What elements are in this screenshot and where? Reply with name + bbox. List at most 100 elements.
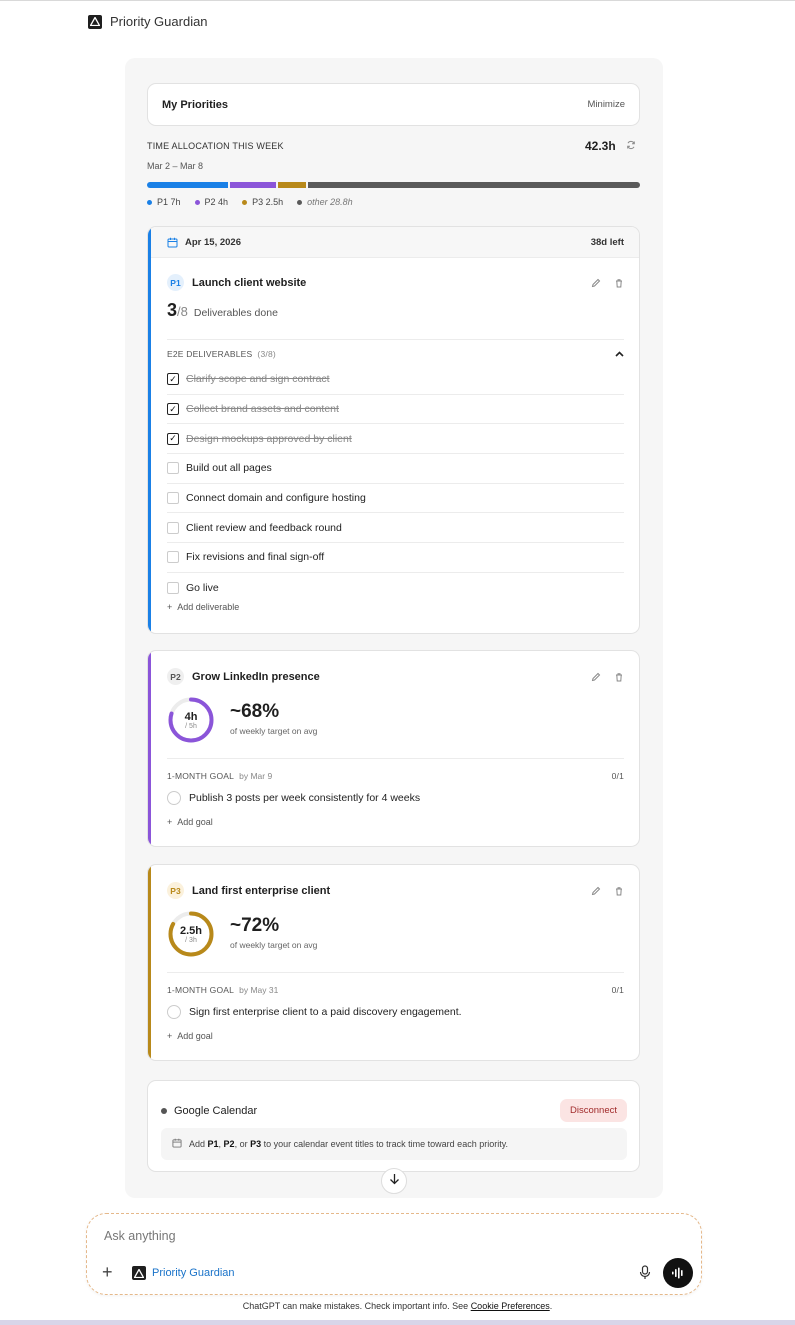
checkbox[interactable] xyxy=(167,551,179,564)
waveform-icon xyxy=(672,1267,683,1279)
add-goal-button[interactable]: + Add goal xyxy=(167,817,213,827)
edit-icon[interactable] xyxy=(591,278,601,288)
p3-target: / 3h xyxy=(185,936,197,944)
app-logo-icon xyxy=(132,1266,146,1280)
deliverable-item: ✓ Collect brand assets and content xyxy=(167,395,624,425)
divider xyxy=(167,972,624,973)
checkbox-checked[interactable]: ✓ xyxy=(167,432,179,445)
delete-icon[interactable] xyxy=(614,886,624,896)
minimize-button[interactable]: Minimize xyxy=(588,99,625,110)
app-logo-icon xyxy=(88,14,102,29)
status-dot xyxy=(161,1107,167,1114)
p2-accent-bar xyxy=(148,651,151,846)
composer: + Priority Guardian xyxy=(86,1213,702,1295)
top-divider xyxy=(0,0,795,1)
p3-title: Land first enterprise client xyxy=(192,884,331,897)
allocation-segment-p1 xyxy=(147,182,228,188)
priority-card-p1: Apr 15, 2026 38d left P1 Launch client w… xyxy=(147,226,640,634)
add-goal-button[interactable]: + Add goal xyxy=(167,1031,213,1041)
priority-card-p2: P2 Grow LinkedIn presence 4h / 5h ~68% o… xyxy=(147,650,640,847)
checkbox[interactable] xyxy=(167,492,179,505)
p2-goal-header: 1-MONTH GOAL by Mar 9 0/1 xyxy=(167,771,624,781)
edit-icon[interactable] xyxy=(591,886,601,896)
p1-accent-bar xyxy=(148,227,151,633)
p2-goal-by: by Mar 9 xyxy=(239,771,273,781)
time-allocation-total: 42.3h xyxy=(585,139,616,153)
p1-deliverables-list: ✓ Clarify scope and sign contract ✓ Collec… xyxy=(167,365,624,603)
delete-icon[interactable] xyxy=(614,278,624,288)
p1-deliverables-summary: 3 /8 Deliverables done xyxy=(167,300,278,321)
p3-title-row: P3 Land first enterprise client xyxy=(167,882,624,899)
p3-goal-count: 0/1 xyxy=(611,985,624,995)
refresh-icon[interactable] xyxy=(626,140,636,153)
time-allocation-range: Mar 2 – Mar 8 xyxy=(147,161,204,171)
goal-checkbox[interactable] xyxy=(167,1005,181,1019)
checkbox-checked[interactable]: ✓ xyxy=(167,373,179,386)
prompt-input[interactable] xyxy=(104,1229,604,1243)
p3-goal-label: 1-MONTH GOAL xyxy=(167,985,235,995)
edit-icon[interactable] xyxy=(591,672,601,682)
delete-icon[interactable] xyxy=(614,672,624,682)
divider xyxy=(167,758,624,759)
checkbox[interactable] xyxy=(167,581,179,594)
p1-section-count: (3/8) xyxy=(257,349,276,359)
checkbox-checked[interactable]: ✓ xyxy=(167,403,179,416)
priority-card-p3: P3 Land first enterprise client 2.5h / 3… xyxy=(147,864,640,1061)
p3-percent: ~72% xyxy=(230,915,280,936)
voice-mode-button[interactable] xyxy=(663,1258,693,1288)
microphone-icon[interactable] xyxy=(639,1265,651,1285)
p2-badge: P2 xyxy=(167,668,184,685)
scroll-down-button[interactable] xyxy=(381,1168,407,1194)
plus-icon: + xyxy=(167,602,173,612)
arrow-down-icon xyxy=(389,1172,400,1190)
p3-percent-label: of weekly target on avg xyxy=(230,940,318,950)
checkbox[interactable] xyxy=(167,462,179,475)
gcal-status: Google Calendar xyxy=(161,1105,257,1117)
p3-badge: P3 xyxy=(167,882,184,899)
p1-days-left: 38d left xyxy=(590,236,624,248)
divider xyxy=(167,339,624,340)
p1-section-label: E2E DELIVERABLES xyxy=(167,349,253,359)
attach-plus-button[interactable]: + xyxy=(102,1263,113,1281)
app-name: Priority Guardian xyxy=(110,14,208,29)
p1-deliverables-header[interactable]: E2E DELIVERABLES (3/8) xyxy=(167,349,624,359)
chevron-up-icon[interactable] xyxy=(615,349,624,359)
p2-target: / 5h xyxy=(185,722,197,730)
legend-item-other: other 28.8h xyxy=(297,197,353,207)
add-deliverable-button[interactable]: + Add deliverable xyxy=(167,602,239,612)
priorities-panel: My Priorities Minimize TIME ALLOCATION T… xyxy=(125,58,663,1198)
checkbox[interactable] xyxy=(167,521,179,534)
p2-title-row: P2 Grow LinkedIn presence xyxy=(167,668,624,685)
p1-done-count: 3 xyxy=(167,300,178,320)
deliverable-item: Client review and feedback round xyxy=(167,513,624,544)
gcal-hint: Add P1, P2, or P3 to your calendar event… xyxy=(161,1128,627,1160)
p3-hours: 2.5h xyxy=(179,924,202,937)
calendar-icon xyxy=(172,1138,182,1150)
p2-percent: ~68% xyxy=(230,701,280,722)
plus-icon: + xyxy=(167,1031,173,1041)
p2-goal-label: 1-MONTH GOAL xyxy=(167,771,235,781)
p2-hours: 4h xyxy=(184,710,198,723)
time-allocation-bar xyxy=(147,182,640,188)
deliverable-item: ✓ Design mockups approved by client xyxy=(167,424,624,455)
gcal-name: Google Calendar xyxy=(174,1104,258,1117)
p1-title-row: P1 Launch client website xyxy=(167,274,624,291)
goal-checkbox[interactable] xyxy=(167,791,181,805)
deliverable-item: Build out all pages xyxy=(167,454,624,484)
p2-progress-ring: 4h / 5h xyxy=(167,696,215,744)
p3-progress-ring: 2.5h / 3h xyxy=(167,910,215,958)
disconnect-button[interactable]: Disconnect xyxy=(560,1099,627,1122)
p2-goal-item: Publish 3 posts per week consistently fo… xyxy=(167,791,420,805)
gcal-hint-text: Add P1, P2, or P3 to your calendar event… xyxy=(189,1139,509,1149)
p2-percent-label: of weekly target on avg xyxy=(230,726,318,736)
deliverable-item: ✓ Clarify scope and sign contract xyxy=(167,365,624,395)
p3-goal-item: Sign first enterprise client to a paid d… xyxy=(167,1005,462,1019)
my-priorities-header: My Priorities Minimize xyxy=(147,83,640,126)
allocation-segment-p3 xyxy=(277,182,307,188)
deliverable-item: Go live xyxy=(167,573,624,603)
p3-accent-bar xyxy=(148,865,151,1060)
p1-deadline-header: Apr 15, 2026 38d left xyxy=(148,227,639,258)
cookie-preferences-link[interactable]: Cookie Preferences xyxy=(471,1301,550,1311)
p2-goal-count: 0/1 xyxy=(611,771,624,781)
app-chip[interactable]: Priority Guardian xyxy=(132,1266,235,1280)
